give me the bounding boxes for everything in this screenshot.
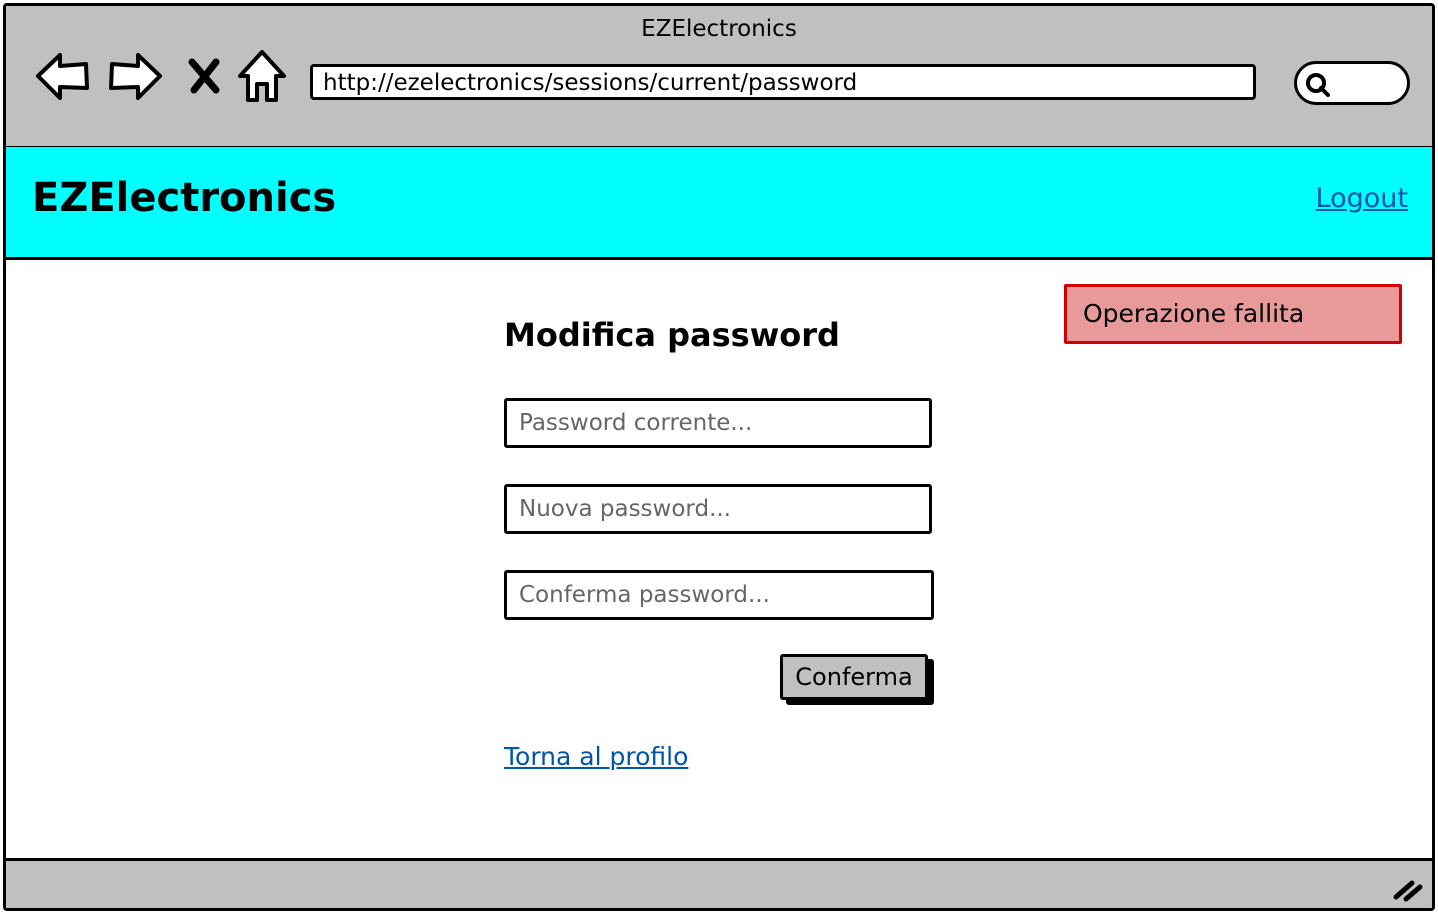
stop-button[interactable] — [184, 46, 224, 106]
forward-button[interactable] — [104, 46, 168, 106]
current-password-field[interactable] — [504, 398, 932, 448]
main-content: Operazione fallita Modifica password Con… — [6, 260, 1432, 861]
logout-link[interactable]: Logout — [1316, 183, 1408, 214]
confirm-password-field[interactable] — [504, 570, 934, 620]
new-password-field[interactable] — [504, 484, 932, 534]
resize-grip-icon[interactable] — [1392, 877, 1426, 903]
back-button[interactable] — [30, 46, 94, 106]
close-icon — [188, 58, 220, 94]
back-arrow-icon — [36, 53, 89, 100]
browser-search-box[interactable] — [1294, 61, 1410, 105]
window-title: EZElectronics — [641, 16, 797, 42]
confirm-button[interactable]: Conferma — [780, 654, 928, 700]
app-header: EZElectronics Logout — [6, 147, 1432, 260]
forward-arrow-icon — [109, 53, 162, 100]
browser-chrome: EZElectronics http://ezelectronics/sessi… — [6, 6, 1432, 149]
search-icon — [1306, 73, 1330, 97]
page-title: Modifica password — [504, 316, 840, 354]
address-bar[interactable]: http://ezelectronics/sessions/current/pa… — [310, 64, 1256, 100]
brand-logo: EZElectronics — [32, 175, 337, 221]
error-alert-message: Operazione fallita — [1083, 299, 1305, 328]
back-to-profile-link[interactable]: Torna al profilo — [504, 742, 688, 771]
error-alert: Operazione fallita — [1064, 284, 1402, 344]
browser-window: EZElectronics http://ezelectronics/sessi… — [3, 3, 1435, 911]
home-button[interactable] — [234, 46, 290, 106]
address-url: http://ezelectronics/sessions/current/pa… — [323, 70, 858, 96]
status-bar — [6, 861, 1432, 908]
home-icon — [238, 50, 286, 102]
